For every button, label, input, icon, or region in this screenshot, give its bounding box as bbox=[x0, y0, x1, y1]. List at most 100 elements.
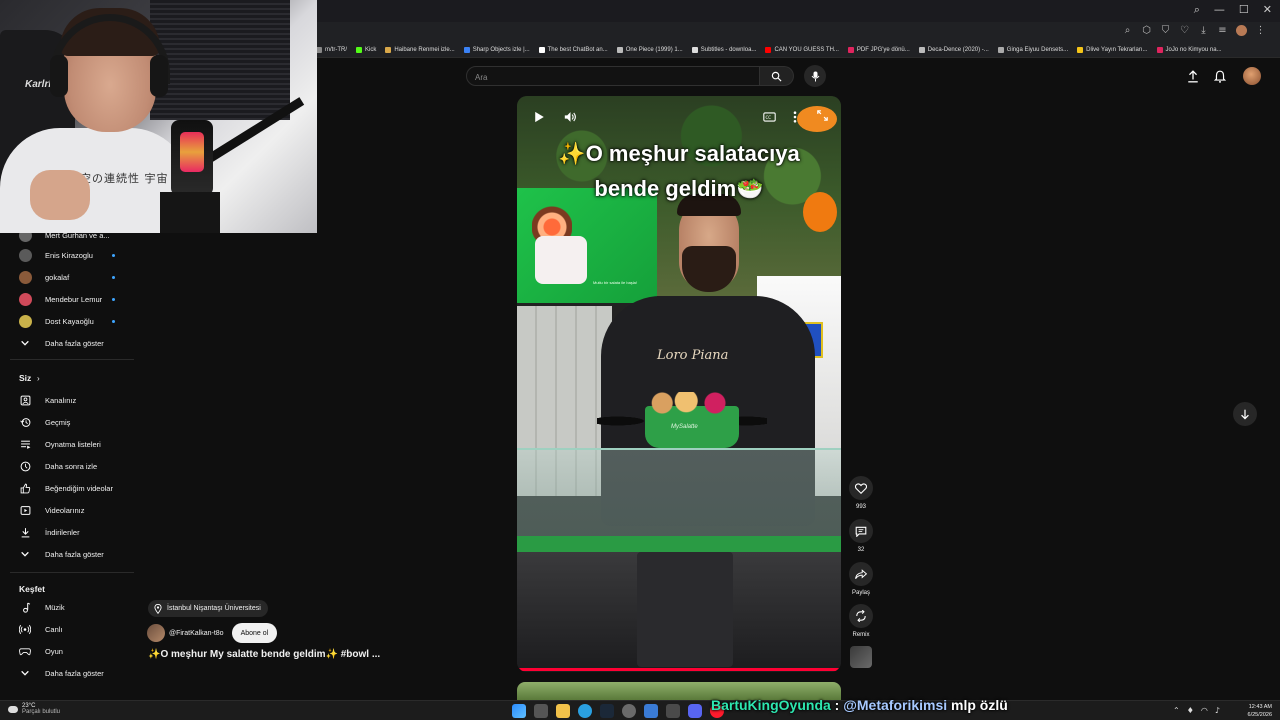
zoom-icon[interactable]: ⌕ bbox=[1122, 25, 1133, 36]
captions-button[interactable]: CC bbox=[760, 108, 778, 126]
taskbar-clock[interactable]: 12:43 AM 6/25/2026 bbox=[1248, 703, 1272, 719]
maximize-button[interactable]: ☐ bbox=[1239, 3, 1249, 17]
bookmark-item[interactable]: Subtitles - downloa... bbox=[691, 46, 756, 53]
chevron-up-icon[interactable]: ⌃ bbox=[1173, 706, 1180, 715]
heart-icon bbox=[855, 482, 867, 494]
discord-icon[interactable] bbox=[688, 704, 702, 718]
new-content-dot bbox=[112, 297, 115, 301]
sidebar-item-liked-videos[interactable]: Beğendiğim videolar bbox=[0, 478, 140, 498]
minimize-button[interactable]: — bbox=[1214, 3, 1225, 17]
bookmark-item[interactable]: Ginga Eiyuu Densets... bbox=[997, 46, 1068, 53]
search-input[interactable] bbox=[467, 68, 759, 87]
steam-icon[interactable] bbox=[600, 704, 614, 718]
location-label: İstanbul Nişantaşı Üniversitesi bbox=[167, 605, 261, 612]
volume-button[interactable] bbox=[561, 108, 579, 126]
comments-button[interactable] bbox=[849, 519, 873, 543]
download-icon bbox=[18, 525, 32, 539]
bookmark-item[interactable]: One Piece (1999) 1... bbox=[616, 46, 683, 53]
play-button[interactable] bbox=[530, 108, 548, 126]
explore-heading: Keşfet bbox=[19, 584, 45, 594]
close-button[interactable]: ✕ bbox=[1263, 3, 1272, 17]
fullscreen-button[interactable] bbox=[813, 106, 831, 124]
app-icon[interactable] bbox=[666, 704, 680, 718]
sidebar-item-label: Kanalınız bbox=[45, 395, 77, 405]
sidebar-item-music[interactable]: Müzik bbox=[0, 597, 140, 617]
telegram-icon[interactable] bbox=[578, 704, 592, 718]
like-button[interactable] bbox=[849, 476, 873, 500]
search-icon[interactable]: ⌕ bbox=[1194, 3, 1200, 17]
subscription-item[interactable]: gokalaf bbox=[0, 267, 140, 287]
chat-separator: : bbox=[834, 697, 840, 713]
folder-icon[interactable] bbox=[556, 704, 570, 718]
bookmark-item[interactable]: JoJo no Kimyou na... bbox=[1156, 46, 1222, 53]
remix-button[interactable] bbox=[849, 604, 873, 628]
show-more-label: Daha fazla göster bbox=[45, 338, 104, 348]
speaker-icon[interactable]: ♪ bbox=[1215, 706, 1220, 715]
profile-avatar[interactable] bbox=[1236, 25, 1247, 36]
subscription-item[interactable]: Enis Kirazoglu bbox=[0, 245, 140, 265]
you-section-header[interactable]: Siz › bbox=[0, 368, 140, 388]
subscription-item[interactable]: Dost Kayaoğlu bbox=[0, 311, 140, 331]
bookmark-item[interactable]: CAN YOU GUESS TH... bbox=[765, 46, 839, 53]
extension-icons: ⌕ ⬡ ⛉ ♡ ⤓ ≡ ⋮ bbox=[1122, 25, 1266, 36]
bookmark-item[interactable]: m/tr-TR/ bbox=[316, 46, 347, 53]
bookmark-item[interactable]: Dlive Yayın Tekrarları... bbox=[1077, 46, 1148, 53]
sidebar-item-gaming[interactable]: Oyun bbox=[0, 641, 140, 661]
location-chip[interactable]: İstanbul Nişantaşı Üniversitesi bbox=[148, 600, 268, 617]
bookmark-item[interactable]: PDF JPG'ye dönü... bbox=[847, 46, 910, 53]
video-progress-bar[interactable] bbox=[517, 668, 841, 671]
more-options-button[interactable] bbox=[786, 108, 804, 126]
share-button[interactable] bbox=[849, 562, 873, 586]
show-more-you[interactable]: Daha fazla göster bbox=[0, 544, 140, 564]
weather-widget[interactable]: 23°C Parçalı bulutlu bbox=[8, 703, 60, 715]
playlists-icon bbox=[18, 437, 32, 451]
sidebar-item-playlists[interactable]: Oynatma listeleri bbox=[0, 434, 140, 454]
bookmark-item[interactable]: Sharp Objects izle |... bbox=[463, 46, 530, 53]
channel-name[interactable]: @FiratKalkan-t8o bbox=[169, 630, 224, 637]
more-icon[interactable]: ⋮ bbox=[1255, 25, 1266, 36]
video-title[interactable]: ✨O meşhur My salatte bende geldim✨ #bowl… bbox=[148, 649, 380, 660]
bookmark-item[interactable]: Kick bbox=[356, 46, 376, 53]
subscribe-button[interactable]: Abone ol bbox=[231, 623, 278, 643]
settings-icon[interactable] bbox=[622, 704, 636, 718]
show-more-label: Daha fazla göster bbox=[45, 668, 104, 678]
shorts-video-player[interactable]: Mutlu bir salata ile başla! Loro Piana M… bbox=[517, 96, 841, 672]
show-more-explore[interactable]: Daha fazla göster bbox=[0, 663, 140, 683]
sidebar-item-live[interactable]: Canlı bbox=[0, 619, 140, 639]
sidebar-item-your-videos[interactable]: Videolarınız bbox=[0, 500, 140, 520]
sidebar-item-label: Geçmiş bbox=[45, 417, 71, 427]
heart-icon[interactable]: ♡ bbox=[1179, 25, 1190, 36]
bookmark-item[interactable]: Haibane Renmei izle... bbox=[385, 46, 455, 53]
account-avatar[interactable] bbox=[1243, 67, 1261, 85]
bookmark-item[interactable]: Deca-Dence (2020) -... bbox=[918, 46, 989, 53]
channel-icon bbox=[18, 393, 32, 407]
windows-start-icon[interactable] bbox=[512, 704, 526, 718]
extension-icon[interactable]: ⬡ bbox=[1141, 25, 1152, 36]
wifi-icon[interactable]: ◠ bbox=[1201, 706, 1208, 715]
tray-app-icon[interactable]: ♦ bbox=[1187, 706, 1194, 715]
app-icon[interactable] bbox=[644, 704, 658, 718]
subscription-item[interactable]: Mendebur Lemur bbox=[0, 289, 140, 309]
bookmark-favicon bbox=[538, 46, 545, 53]
menu-icon[interactable]: ≡ bbox=[1217, 25, 1228, 36]
upload-button[interactable] bbox=[1187, 70, 1199, 88]
notifications-button[interactable] bbox=[1213, 70, 1227, 88]
voice-search-button[interactable] bbox=[804, 65, 826, 87]
watch-later-icon bbox=[18, 459, 32, 473]
channel-avatar[interactable] bbox=[147, 624, 165, 642]
sidebar-item-downloads[interactable]: İndirilenler bbox=[0, 522, 140, 542]
bookmark-item[interactable]: The best ChatBot an... bbox=[538, 46, 608, 53]
sidebar-item-history[interactable]: Geçmiş bbox=[0, 412, 140, 432]
search-button[interactable] bbox=[760, 66, 794, 86]
sidebar-item-your-channel[interactable]: Kanalınız bbox=[0, 390, 140, 410]
search-box[interactable] bbox=[466, 66, 760, 87]
shield-icon[interactable]: ⛉ bbox=[1160, 25, 1171, 36]
download-icon[interactable]: ⤓ bbox=[1198, 25, 1209, 36]
bookmark-label: CAN YOU GUESS TH... bbox=[774, 46, 839, 53]
next-video-button[interactable] bbox=[1233, 402, 1257, 426]
show-more-subscriptions[interactable]: Daha fazla göster bbox=[0, 333, 140, 353]
sidebar-item-watch-later[interactable]: Daha sonra izle bbox=[0, 456, 140, 476]
bookmark-favicon bbox=[765, 46, 772, 53]
file-icon[interactable] bbox=[534, 704, 548, 718]
sound-thumbnail[interactable] bbox=[850, 646, 872, 668]
